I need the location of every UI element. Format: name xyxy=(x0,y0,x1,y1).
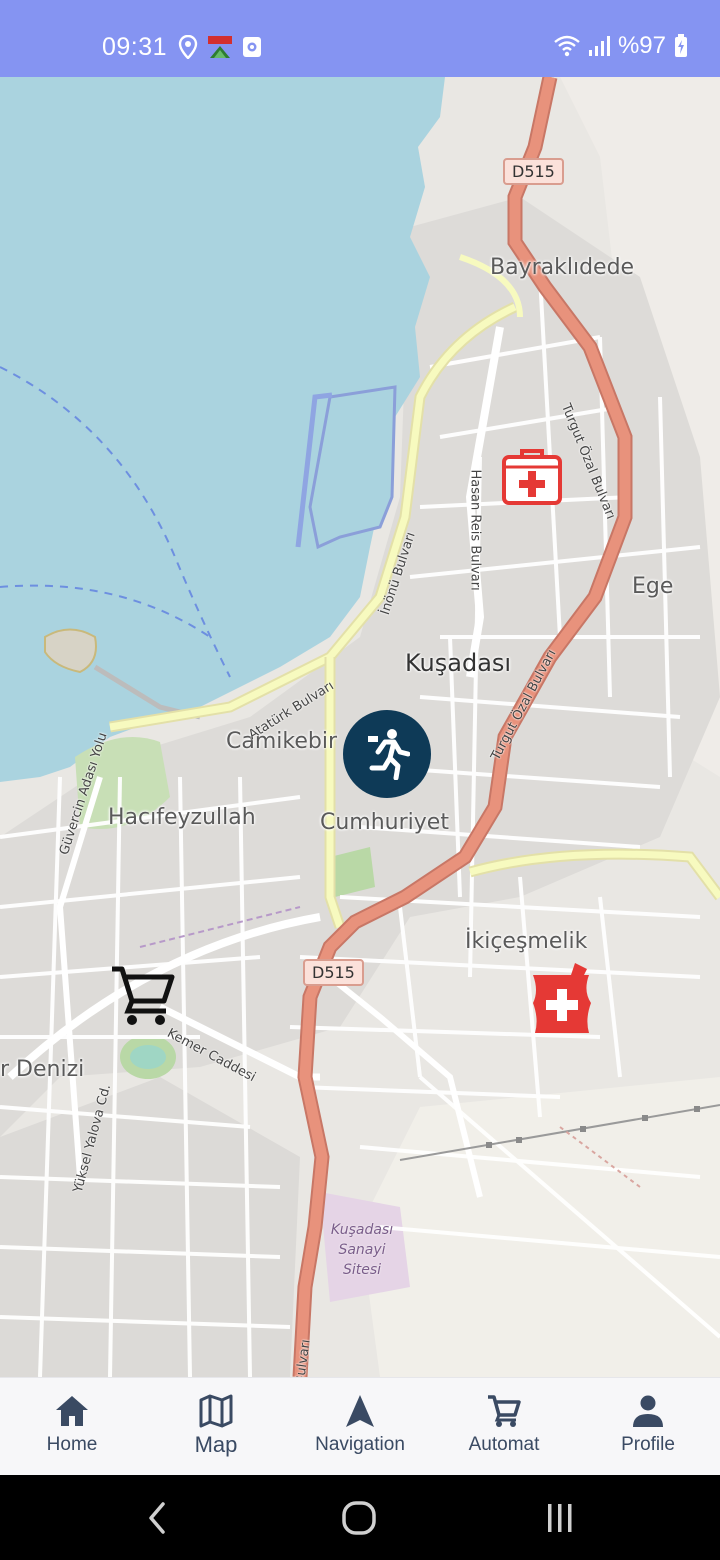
map-label-cumhuriyet: Cumhuriyet xyxy=(320,810,449,835)
back-icon[interactable] xyxy=(146,1501,168,1535)
first-aid-kit-marker[interactable] xyxy=(501,447,563,507)
home-circle-icon[interactable] xyxy=(341,1500,377,1536)
map-label-hacifeyzullah: Hacıfeyzullah xyxy=(108,805,256,830)
map-label-bayraklidede: Bayraklıdede xyxy=(490,255,635,280)
nav-item-automat[interactable]: Automat xyxy=(432,1378,576,1475)
map-label-ege: Ege xyxy=(632,574,674,599)
navigation-arrow-icon xyxy=(346,1395,374,1427)
map-label-camikebir: Camikebir xyxy=(226,729,337,754)
running-person-icon xyxy=(368,729,410,780)
map-view[interactable]: Bayraklıdede Ege Kuşadası Camikebir Hacı… xyxy=(0,77,720,1377)
map-label-kusadasi: Kuşadası xyxy=(405,649,512,677)
nav-item-profile[interactable]: Profile xyxy=(576,1378,720,1475)
road-shield-d515-top: D515 xyxy=(503,158,564,185)
nav-label-home: Home xyxy=(46,1434,98,1455)
nav-label-navigation: Navigation xyxy=(315,1434,405,1455)
person-icon xyxy=(633,1395,663,1427)
app-notification-icon xyxy=(243,37,261,57)
nav-item-map[interactable]: Map xyxy=(144,1378,288,1475)
map-icon xyxy=(199,1394,233,1428)
nav-label-profile: Profile xyxy=(621,1434,675,1455)
map-label-ikicesmelik: İkiçeşmelik xyxy=(465,929,588,954)
nav-item-home[interactable]: Home xyxy=(0,1378,144,1475)
location-icon xyxy=(178,35,198,59)
wifi-icon xyxy=(554,35,580,57)
battery-charging-icon xyxy=(675,34,687,57)
pharmacy-marker[interactable] xyxy=(527,961,597,1037)
system-navigation-bar xyxy=(0,1475,720,1560)
map-label-denizi: r Denizi xyxy=(0,1057,85,1082)
battery-percentage: %97 xyxy=(617,32,666,59)
home-icon xyxy=(56,1396,88,1426)
fake-gps-icon xyxy=(208,36,232,58)
recents-icon[interactable] xyxy=(544,1502,576,1534)
map-label-industrial-area: Kuşadası Sanayi Sitesi xyxy=(330,1222,394,1278)
status-time: 09:31 xyxy=(102,33,168,61)
nav-label-automat: Automat xyxy=(468,1434,540,1455)
signal-icon xyxy=(588,36,610,56)
shopping-cart-marker[interactable] xyxy=(110,965,176,1027)
nav-label-map: Map xyxy=(194,1432,238,1457)
road-shield-d515-bottom: D515 xyxy=(303,959,364,986)
nav-item-navigation[interactable]: Navigation xyxy=(288,1378,432,1475)
cart-icon xyxy=(488,1395,521,1427)
road-label-hasan-reis: Hasan Reis Bulvarı xyxy=(467,469,483,591)
user-location-marker[interactable] xyxy=(343,710,431,798)
status-bar: 09:31 %97 xyxy=(0,0,720,77)
bottom-navigation-bar: Home Map Navigation Automat Profile xyxy=(0,1377,720,1475)
